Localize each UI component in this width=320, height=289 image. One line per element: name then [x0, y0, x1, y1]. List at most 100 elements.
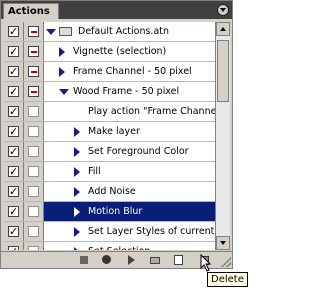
- checkmark-icon[interactable]: ✓: [8, 186, 19, 197]
- folder-icon: [59, 27, 72, 36]
- pointer-cursor-icon: [200, 254, 212, 272]
- row-content: Vignette (selection): [44, 42, 215, 61]
- dialog-toggle-icon[interactable]: [28, 146, 39, 157]
- toggle-dialog-cell: [24, 222, 44, 241]
- action-row[interactable]: ✓ Vignette (selection): [4, 42, 215, 62]
- toggle-dialog-cell: [24, 82, 44, 101]
- play-icon[interactable]: [125, 254, 137, 266]
- row-content: Wood Frame - 50 pixel: [44, 82, 215, 101]
- row-label: Frame Channel - 50 pixel: [73, 66, 192, 77]
- dialog-toggle-icon[interactable]: [28, 26, 39, 37]
- row-label: Set Foreground Color: [88, 146, 189, 157]
- toggle-dialog-cell: [24, 242, 44, 250]
- actions-toolbar: [1, 251, 232, 268]
- action-step-row[interactable]: ✓ Fill: [4, 162, 215, 182]
- stop-icon[interactable]: [78, 254, 90, 266]
- toggle-item-cell: ✓: [4, 62, 24, 81]
- dialog-toggle-icon[interactable]: [28, 246, 39, 250]
- checkmark-icon[interactable]: ✓: [8, 86, 19, 97]
- toggle-dialog-cell: [24, 22, 44, 41]
- row-label: Play action "Frame Channel - 5: [88, 106, 215, 117]
- toggle-item-cell: ✓: [4, 102, 24, 121]
- dialog-toggle-icon[interactable]: [28, 186, 39, 197]
- record-icon[interactable]: [101, 254, 113, 266]
- toggle-item-cell: ✓: [4, 122, 24, 141]
- checkmark-icon[interactable]: ✓: [8, 226, 19, 237]
- row-label: Make layer: [88, 126, 140, 137]
- row-content: Add Noise: [44, 182, 215, 201]
- toggle-item-cell: ✓: [4, 222, 24, 241]
- collapsed-triangle-icon[interactable]: [74, 167, 80, 177]
- collapsed-triangle-icon[interactable]: [59, 67, 65, 77]
- toggle-item-cell: ✓: [4, 242, 24, 250]
- expanded-triangle-icon[interactable]: [46, 29, 56, 35]
- new-set-icon[interactable]: [149, 254, 161, 266]
- action-step-row[interactable]: ✓ Make layer: [4, 122, 215, 142]
- expanded-triangle-icon[interactable]: [59, 89, 69, 95]
- row-content: Frame Channel - 50 pixel: [44, 62, 215, 81]
- row-content: Play action "Frame Channel - 5: [44, 102, 215, 121]
- toggle-dialog-cell: [24, 42, 44, 61]
- row-content: Motion Blur: [44, 202, 215, 221]
- checkmark-icon[interactable]: ✓: [8, 106, 19, 117]
- action-step-row[interactable]: ✓ Set Layer Styles of current lay: [4, 222, 215, 242]
- checkmark-icon[interactable]: ✓: [8, 166, 19, 177]
- scroll-up-icon[interactable]: [216, 22, 230, 36]
- dialog-toggle-icon[interactable]: [28, 126, 39, 137]
- vertical-scrollbar[interactable]: [215, 22, 230, 250]
- checkmark-icon[interactable]: ✓: [8, 46, 19, 57]
- row-label: Vignette (selection): [73, 46, 167, 57]
- checkmark-icon[interactable]: ✓: [8, 206, 19, 217]
- checkmark-icon[interactable]: ✓: [8, 66, 19, 77]
- resize-grip-icon[interactable]: [221, 257, 231, 267]
- collapsed-triangle-icon[interactable]: [74, 127, 80, 137]
- new-action-icon[interactable]: [173, 254, 185, 266]
- dialog-toggle-icon[interactable]: [28, 66, 39, 77]
- checkmark-icon[interactable]: ✓: [8, 126, 19, 137]
- action-step-row[interactable]: ✓ Add Noise: [4, 182, 215, 202]
- row-label: Wood Frame - 50 pixel: [73, 86, 180, 97]
- delete-tooltip: Delete: [207, 272, 248, 287]
- action-step-row[interactable]: ✓ Motion Blur: [4, 202, 215, 222]
- action-row[interactable]: ✓ Wood Frame - 50 pixel: [4, 82, 215, 102]
- scroll-down-icon[interactable]: [216, 236, 230, 250]
- action-set-row[interactable]: ✓ Default Actions.atn: [4, 22, 215, 42]
- row-label: Motion Blur: [88, 206, 143, 217]
- panel-tab-bar: Actions: [1, 1, 232, 19]
- dialog-toggle-icon[interactable]: [28, 46, 39, 57]
- action-step-row[interactable]: ✓ Set Foreground Color: [4, 142, 215, 162]
- collapsed-triangle-icon[interactable]: [74, 247, 80, 250]
- dialog-toggle-icon[interactable]: [28, 86, 39, 97]
- checkmark-icon[interactable]: ✓: [8, 26, 19, 37]
- checkmark-icon[interactable]: ✓: [8, 246, 19, 250]
- dialog-toggle-icon[interactable]: [28, 166, 39, 177]
- row-label: Set Selection: [88, 242, 150, 250]
- collapsed-triangle-icon[interactable]: [74, 207, 80, 217]
- actions-panel: Actions ✓ Default Actions.atn ✓ Vignette (s…: [0, 0, 233, 269]
- toggle-dialog-cell: [24, 102, 44, 121]
- action-row[interactable]: ✓ Frame Channel - 50 pixel: [4, 62, 215, 82]
- toggle-dialog-cell: [24, 162, 44, 181]
- dialog-toggle-icon[interactable]: [28, 106, 39, 117]
- toggle-dialog-cell: [24, 202, 44, 221]
- panel-menu-icon[interactable]: [217, 4, 229, 16]
- tab-actions[interactable]: Actions: [3, 3, 59, 19]
- collapsed-triangle-icon[interactable]: [59, 47, 65, 57]
- row-label: Add Noise: [88, 186, 136, 197]
- toggle-dialog-cell: [24, 62, 44, 81]
- toggle-item-cell: ✓: [4, 202, 24, 221]
- toggle-dialog-cell: [24, 122, 44, 141]
- collapsed-triangle-icon[interactable]: [74, 147, 80, 157]
- action-step-row[interactable]: ✓ Set Selection: [4, 242, 215, 250]
- checkmark-icon[interactable]: ✓: [8, 146, 19, 157]
- collapsed-triangle-icon[interactable]: [74, 187, 80, 197]
- collapsed-triangle-icon[interactable]: [74, 227, 80, 237]
- dialog-toggle-icon[interactable]: [28, 206, 39, 217]
- action-step-row[interactable]: ✓ Play action "Frame Channel - 5: [4, 102, 215, 122]
- dialog-toggle-icon[interactable]: [28, 226, 39, 237]
- row-content: Fill: [44, 162, 215, 181]
- row-content: Set Selection: [44, 242, 215, 250]
- scroll-thumb[interactable]: [217, 40, 229, 102]
- row-content: Make layer: [44, 122, 215, 141]
- toggle-dialog-cell: [24, 182, 44, 201]
